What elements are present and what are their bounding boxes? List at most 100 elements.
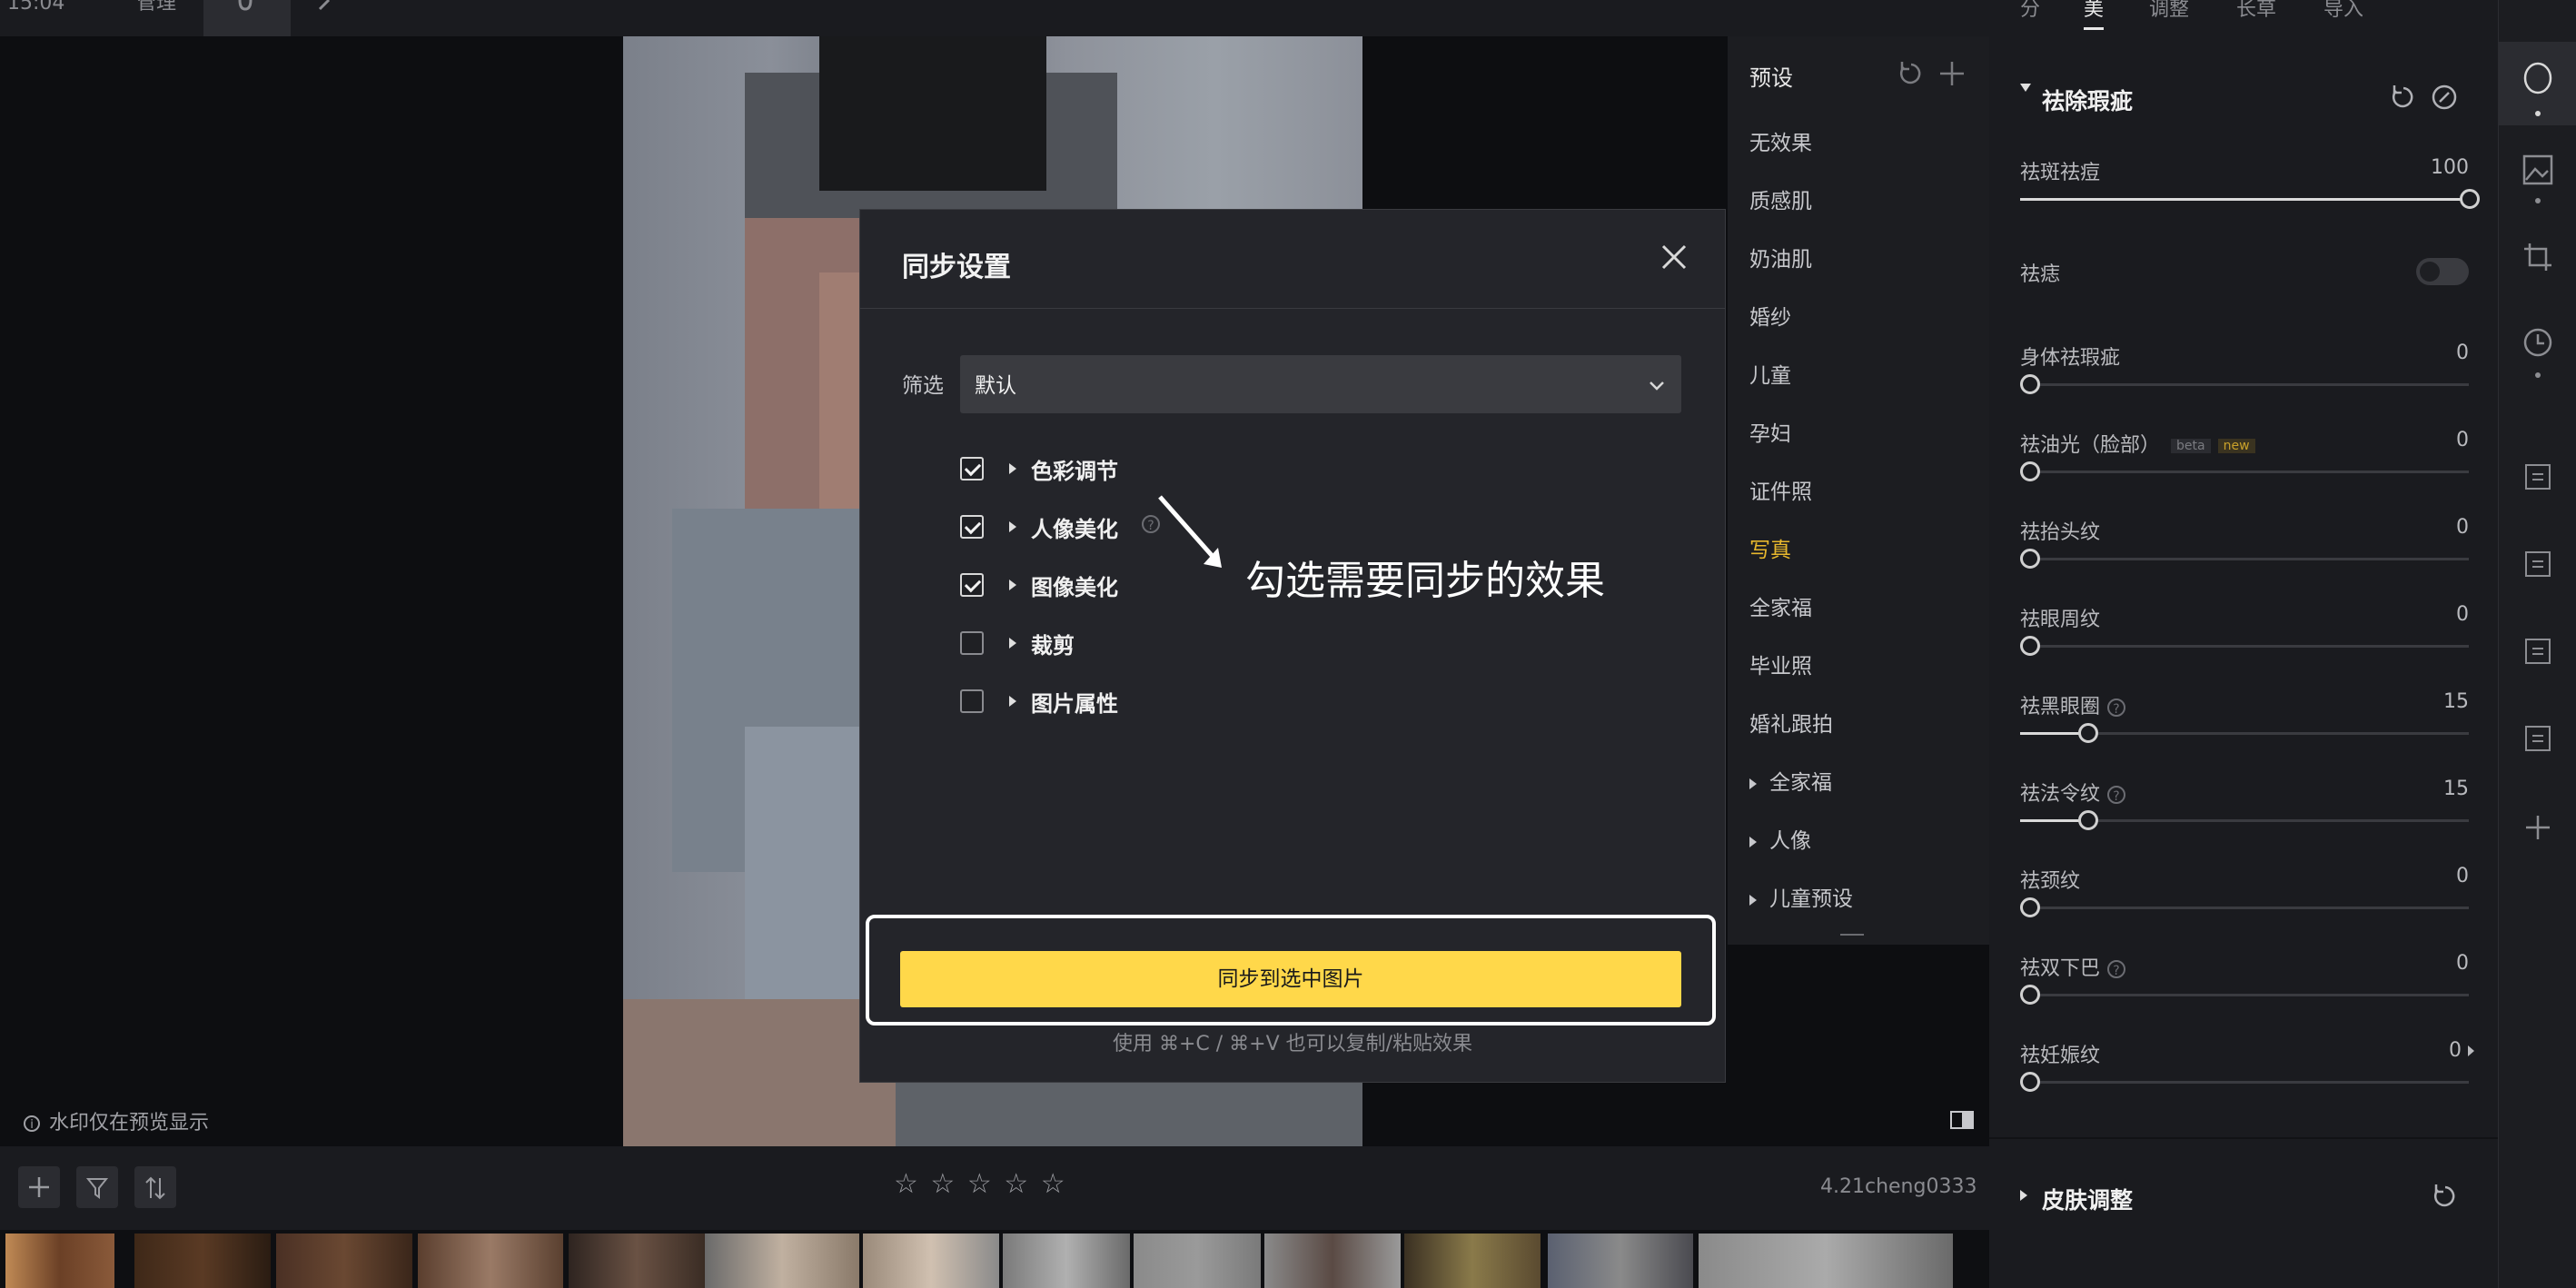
slider-value[interactable]: 15 bbox=[2443, 690, 2469, 713]
thumbnail[interactable] bbox=[1003, 1234, 1130, 1288]
preset-item[interactable]: 儿童预设 bbox=[1749, 881, 1853, 912]
expand-icon[interactable] bbox=[1009, 580, 1016, 590]
expand-icon[interactable] bbox=[1009, 463, 1016, 474]
slider-value[interactable]: 15 bbox=[2443, 778, 2469, 800]
collapse-icon[interactable] bbox=[2020, 84, 2031, 92]
reset-icon[interactable] bbox=[1897, 60, 1924, 87]
sync-option-checkbox[interactable] bbox=[960, 573, 984, 597]
add-button[interactable] bbox=[18, 1166, 60, 1208]
tool-face[interactable] bbox=[2499, 42, 2576, 125]
slider-knob[interactable] bbox=[2020, 374, 2040, 394]
thumbnail[interactable] bbox=[705, 1234, 859, 1288]
slider-track[interactable] bbox=[2020, 189, 2480, 209]
slider-value[interactable]: 0 bbox=[2456, 865, 2469, 887]
slider-track[interactable] bbox=[2020, 374, 2469, 394]
slider-value[interactable]: 0 bbox=[2456, 952, 2469, 975]
preset-item[interactable]: 儿童 bbox=[1749, 358, 1791, 389]
help-icon[interactable]: ? bbox=[2107, 698, 2126, 717]
slider-knob[interactable] bbox=[2020, 1072, 2040, 1092]
compare-icon[interactable] bbox=[1949, 1110, 1977, 1130]
help-icon[interactable]: ? bbox=[2107, 786, 2126, 804]
thumbnail[interactable] bbox=[134, 1234, 271, 1288]
thumbnail[interactable] bbox=[569, 1234, 705, 1288]
slider-value[interactable]: 0 bbox=[2456, 516, 2469, 539]
expand-icon[interactable] bbox=[1009, 521, 1016, 532]
slider-knob[interactable] bbox=[2020, 985, 2040, 1005]
thumbnail[interactable] bbox=[418, 1234, 563, 1288]
sync-option-checkbox[interactable] bbox=[960, 689, 984, 713]
tab-1[interactable]: 分 bbox=[2020, 0, 2040, 22]
sync-option-checkbox[interactable] bbox=[960, 515, 984, 539]
preset-item[interactable]: 无效果 bbox=[1749, 125, 1812, 156]
tab-2[interactable]: 美 bbox=[2084, 0, 2104, 22]
attach-icon[interactable] bbox=[316, 0, 343, 18]
panel-icon-2[interactable] bbox=[2524, 550, 2551, 578]
manage-tab[interactable]: 管理 bbox=[136, 0, 176, 31]
thumbnail[interactable] bbox=[863, 1234, 999, 1288]
thumbnail[interactable] bbox=[1264, 1234, 1401, 1288]
thumbnail[interactable] bbox=[1548, 1234, 1693, 1288]
skin-section-title[interactable]: 皮肤调整 bbox=[2042, 1183, 2133, 1215]
panel-icon-1[interactable] bbox=[2524, 463, 2551, 490]
slider-track[interactable] bbox=[2020, 810, 2469, 830]
slider-track[interactable] bbox=[2020, 549, 2469, 569]
panel-icon-3[interactable] bbox=[2524, 638, 2551, 665]
expand-icon[interactable] bbox=[1009, 638, 1016, 649]
slider-track[interactable] bbox=[2020, 461, 2469, 481]
sort-button[interactable] bbox=[134, 1166, 176, 1208]
add-panel-icon[interactable] bbox=[2524, 814, 2551, 841]
preset-item[interactable]: 写真 bbox=[1749, 532, 1791, 563]
slider-knob[interactable] bbox=[2020, 549, 2040, 569]
slider-track[interactable] bbox=[2020, 985, 2469, 1005]
preset-item[interactable]: 全家福 bbox=[1749, 765, 1832, 796]
tab-5[interactable]: 导入 bbox=[2323, 0, 2363, 22]
chevron-right-icon[interactable] bbox=[2468, 1045, 2474, 1056]
crop-icon[interactable] bbox=[2522, 242, 2553, 272]
preset-item[interactable]: 证件照 bbox=[1749, 474, 1812, 505]
filmstrip[interactable] bbox=[0, 1230, 1989, 1288]
sync-option-checkbox[interactable] bbox=[960, 631, 984, 655]
slider-knob[interactable] bbox=[2020, 897, 2040, 917]
thumbnail[interactable] bbox=[1404, 1234, 1541, 1288]
slider-knob[interactable] bbox=[2078, 810, 2099, 830]
scroll-handle[interactable] bbox=[1840, 934, 1864, 936]
slider-track[interactable] bbox=[2020, 1072, 2469, 1092]
image-adjust-icon[interactable] bbox=[2522, 154, 2553, 185]
mole-toggle[interactable] bbox=[2416, 258, 2469, 285]
slider-value[interactable]: 100 bbox=[2431, 156, 2469, 179]
close-icon[interactable] bbox=[1660, 243, 1689, 272]
tab-4[interactable]: 长草 bbox=[2236, 0, 2276, 22]
preset-item[interactable]: 全家福 bbox=[1749, 590, 1812, 621]
slider-knob[interactable] bbox=[2078, 723, 2099, 743]
thumbnail[interactable] bbox=[276, 1234, 412, 1288]
slider-track[interactable] bbox=[2020, 723, 2469, 743]
skin-reset-icon[interactable] bbox=[2431, 1183, 2458, 1210]
preset-item[interactable]: 婚纱 bbox=[1749, 300, 1791, 331]
add-preset-icon[interactable] bbox=[1938, 60, 1966, 87]
slider-knob[interactable] bbox=[2460, 189, 2480, 209]
filter-dropdown[interactable]: 默认 bbox=[960, 355, 1681, 413]
slider-knob[interactable] bbox=[2020, 636, 2040, 656]
preset-item[interactable]: 毕业照 bbox=[1749, 649, 1812, 679]
expand-icon[interactable] bbox=[2020, 1190, 2027, 1201]
section-reset-icon[interactable] bbox=[2389, 84, 2416, 111]
slider-knob[interactable] bbox=[2020, 461, 2040, 481]
preset-item[interactable]: 质感肌 bbox=[1749, 183, 1812, 214]
rating-stars[interactable]: ☆ ☆ ☆ ☆ ☆ bbox=[894, 1168, 1067, 1200]
thumbnail[interactable] bbox=[1699, 1234, 1953, 1288]
preset-item[interactable]: 婚礼跟拍 bbox=[1749, 707, 1833, 738]
slider-value[interactable]: 0 bbox=[2456, 603, 2469, 626]
thumbnail[interactable] bbox=[1134, 1234, 1261, 1288]
filter-button[interactable] bbox=[76, 1166, 118, 1208]
slider-track[interactable] bbox=[2020, 636, 2469, 656]
tab-3[interactable]: 调整 bbox=[2149, 0, 2189, 22]
help-icon[interactable]: ? bbox=[2107, 960, 2126, 978]
slider-value[interactable]: 0 bbox=[2449, 1039, 2462, 1062]
expand-icon[interactable] bbox=[1009, 696, 1016, 707]
thumbnail[interactable] bbox=[5, 1234, 114, 1288]
slider-track[interactable] bbox=[2020, 897, 2469, 917]
slider-value[interactable]: 0 bbox=[2456, 342, 2469, 364]
slider-value[interactable]: 0 bbox=[2456, 429, 2469, 451]
history-icon[interactable] bbox=[2522, 327, 2553, 358]
sync-option-checkbox[interactable] bbox=[960, 457, 984, 481]
